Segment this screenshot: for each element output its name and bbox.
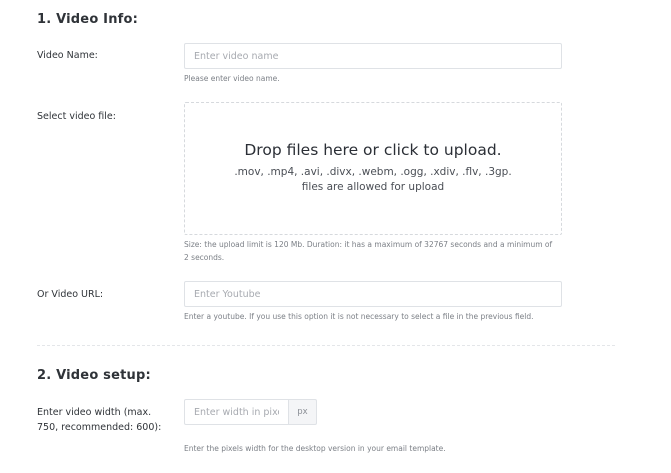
section-title-video-info: 1. Video Info: — [37, 12, 139, 27]
video-width-label: Enter video width (max. 750, recommended… — [37, 407, 162, 433]
file-dropzone[interactable]: Drop files here or click to upload. .mov… — [184, 102, 562, 235]
video-file-label: Select video file: — [37, 111, 116, 122]
dropzone-allowed-text: files are allowed for upload — [301, 181, 445, 193]
section-divider — [37, 345, 615, 346]
video-url-label: Or Video URL: — [37, 289, 104, 300]
dropzone-formats: .mov, .mp4, .avi, .divx, .webm, .ogg, .x… — [234, 166, 512, 178]
video-url-input[interactable] — [184, 281, 562, 307]
video-url-help: Enter a youtube. If you use this option … — [184, 312, 534, 321]
px-unit-addon: px — [289, 399, 317, 425]
video-name-label: Video Name: — [37, 50, 98, 61]
video-file-help: Size: the upload limit is 120 Mb. Durati… — [184, 240, 553, 262]
section-title-video-setup: 2. Video setup: — [37, 368, 151, 383]
video-name-help: Please enter video name. — [184, 74, 280, 83]
dropzone-title: Drop files here or click to upload. — [244, 141, 502, 159]
video-width-input[interactable] — [184, 399, 289, 425]
video-width-help: Enter the pixels width for the desktop v… — [184, 444, 446, 453]
video-name-input[interactable] — [184, 43, 562, 69]
